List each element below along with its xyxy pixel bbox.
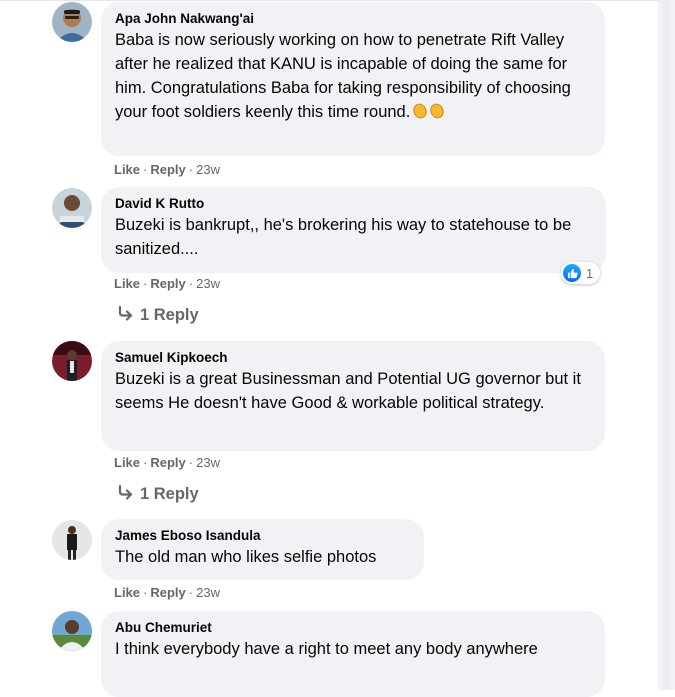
avatar[interactable] (52, 611, 92, 651)
reply-arrow-icon (116, 305, 134, 326)
comment-text: The old man who likes selfie photos (115, 548, 377, 566)
timestamp[interactable]: 23w (196, 585, 220, 600)
reply-button[interactable]: Reply (150, 162, 185, 177)
comment-text: Baba is now seriously working on how to … (115, 28, 593, 127)
comment-text: Buzeki is bankrupt,, he's brokering his … (115, 216, 572, 258)
comment-bubble: David K Rutto Buzeki is bankrupt,, he's … (101, 187, 606, 273)
like-button[interactable]: Like (114, 585, 140, 600)
thumbs-up-icon (563, 264, 581, 282)
comment-actions: Like · Reply · 23w (114, 455, 220, 470)
comment-author[interactable]: David K Rutto (115, 195, 594, 212)
scrollbar[interactable] (658, 0, 675, 690)
reply-button[interactable]: Reply (150, 585, 185, 600)
clapping-hands-icon (411, 100, 447, 127)
view-replies-link[interactable]: 1 Reply (116, 305, 199, 326)
reaction-summary[interactable]: 1 (561, 262, 601, 284)
reply-button[interactable]: Reply (150, 455, 185, 470)
avatar[interactable] (52, 520, 92, 560)
comment-author[interactable]: Samuel Kipkoech (115, 349, 593, 366)
like-button[interactable]: Like (114, 276, 140, 291)
comment-actions: Like · Reply · 23w (114, 162, 220, 177)
comment-bubble: Samuel Kipkoech Buzeki is a great Busine… (101, 341, 605, 451)
reaction-count: 1 (586, 265, 594, 281)
comment-author[interactable]: Abu Chemuriet (115, 619, 593, 636)
avatar[interactable] (52, 2, 92, 42)
comment-bubble: Abu Chemuriet I think everybody have a r… (101, 611, 605, 697)
comment-text: Buzeki is a great Businessman and Potent… (115, 370, 581, 412)
view-replies-label[interactable]: 1 Reply (140, 306, 199, 325)
comment-bubble: James Eboso Isandula The old man who lik… (101, 519, 424, 580)
comment-author[interactable]: Apa John Nakwang'ai (115, 10, 593, 27)
comment-actions: Like · Reply · 23w (114, 585, 220, 600)
comment-actions: Like · Reply · 23w (114, 276, 220, 291)
reply-button[interactable]: Reply (150, 276, 185, 291)
scrollbar-track[interactable] (663, 0, 670, 690)
comment-bubble: Apa John Nakwang'ai Baba is now seriousl… (101, 2, 605, 156)
comment-text: I think everybody have a right to meet a… (115, 640, 538, 658)
timestamp[interactable]: 23w (196, 162, 220, 177)
top-divider (0, 0, 658, 1)
like-button[interactable]: Like (114, 162, 140, 177)
comment-author[interactable]: James Eboso Isandula (115, 527, 412, 544)
avatar[interactable] (52, 188, 92, 228)
timestamp[interactable]: 23w (196, 276, 220, 291)
like-button[interactable]: Like (114, 455, 140, 470)
timestamp[interactable]: 23w (196, 455, 220, 470)
reply-arrow-icon (116, 484, 134, 505)
view-replies-label[interactable]: 1 Reply (140, 485, 199, 504)
view-replies-link[interactable]: 1 Reply (116, 484, 199, 505)
avatar[interactable] (52, 341, 92, 381)
